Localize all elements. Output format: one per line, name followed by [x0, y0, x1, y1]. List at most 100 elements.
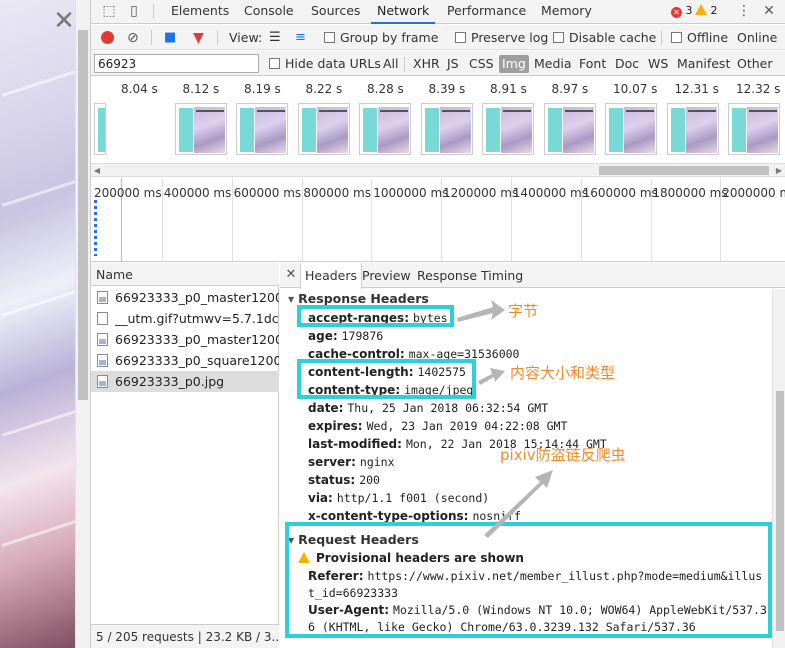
request-row[interactable]: __utm.gif?utmwv=5.7.1dc...	[91, 308, 279, 329]
error-badge[interactable]: ✕ 3	[671, 4, 693, 18]
header-row-content-type: content-type: image/jpeg	[308, 383, 474, 397]
filter-type-img[interactable]: Img	[499, 55, 529, 73]
filmstrip-frame-thumbnail[interactable]	[359, 103, 411, 155]
annotation-anti-hotlink-note: pixiv防盗链反爬虫	[500, 446, 626, 464]
filter-type-other[interactable]: Other	[734, 55, 776, 73]
group-by-frame-checkbox[interactable]: Group by frame	[324, 29, 438, 47]
filmstrip-frame-thumbnail[interactable]	[297, 103, 350, 155]
filter-type-doc[interactable]: Doc	[612, 55, 642, 73]
request-name: 66923333_p0_master1200...	[115, 332, 279, 347]
filter-type-manifest[interactable]: Manifest	[674, 55, 733, 73]
filmstrip-scrollbar-thumb[interactable]	[599, 166, 769, 175]
filter-input[interactable]	[94, 54, 259, 73]
scroll-right-icon[interactable]: ▶	[773, 164, 785, 177]
disable-cache-checkbox[interactable]: Disable cache	[553, 29, 656, 47]
response-headers-title: Response Headers	[298, 291, 429, 306]
request-name: __utm.gif?utmwv=5.7.1dc...	[115, 311, 279, 326]
tab-performance[interactable]: Performance	[441, 0, 532, 24]
filmstrip-time-label: 8.19 s	[244, 82, 281, 96]
response-headers-section[interactable]: ▼ Response Headers	[288, 291, 429, 306]
header-row-status: status: 200	[308, 473, 380, 487]
blank-file-icon	[97, 312, 108, 325]
filter-type-css[interactable]: CSS	[466, 55, 497, 73]
image-file-icon	[97, 354, 108, 367]
hide-data-urls-checkbox[interactable]: Hide data URLs	[269, 55, 381, 73]
record-button[interactable]	[101, 29, 114, 47]
network-toolbar: ⊘ ■ ▼ View: ☰ ≡ Group by frame Preserve …	[91, 25, 785, 50]
request-headers-section[interactable]: ▼ Request Headers	[288, 532, 419, 547]
clear-icon[interactable]: ⊘	[127, 29, 139, 47]
tab-response[interactable]: Response	[413, 263, 481, 288]
image-file-icon	[97, 333, 108, 346]
filter-type-ws[interactable]: WS	[645, 55, 671, 73]
timeline-tick-label: 1000000 ms	[373, 186, 449, 200]
filmstrip-scrollbar[interactable]: ◀ ▶	[91, 164, 785, 177]
filter-type-media[interactable]: Media	[531, 55, 575, 73]
filmstrip-frame-thumbnail[interactable]	[605, 103, 657, 155]
details-scrollbar-thumb[interactable]	[776, 391, 784, 631]
filter-type-js[interactable]: JS	[444, 55, 462, 73]
page-scrollbar-thumb[interactable]	[78, 30, 88, 400]
offline-checkbox[interactable]: Offline	[671, 29, 728, 47]
filmstrip-frame-thumbnail[interactable]	[174, 103, 227, 155]
offline-label: Offline	[687, 30, 729, 45]
page-close-icon[interactable]: ✕	[51, 8, 77, 34]
tab-headers[interactable]: Headers	[300, 263, 363, 289]
tab-sources[interactable]: Sources	[305, 0, 366, 24]
annotation-size-type-note: 内容大小和类型	[510, 364, 616, 382]
filmstrip-frame-thumbnail[interactable]	[728, 103, 780, 155]
filmstrip-frame-thumbnail[interactable]	[420, 103, 473, 155]
inspect-element-icon[interactable]: ⬚	[101, 3, 117, 19]
preserve-log-checkbox[interactable]: Preserve log	[455, 29, 548, 47]
filmstrip-frame-thumbnail[interactable]	[236, 103, 288, 155]
warning-badge[interactable]: 2	[695, 4, 718, 18]
close-details-icon[interactable]: ✕	[284, 266, 298, 284]
filmstrip-frame-thumbnail[interactable]	[543, 103, 596, 155]
request-name: 66923333_p0.jpg	[115, 374, 225, 389]
filter-bar: Hide data URLs All XHR JS CSS Img Media …	[91, 51, 785, 76]
device-toolbar-icon[interactable]: ▯	[126, 3, 142, 19]
tab-memory[interactable]: Memory	[535, 0, 598, 24]
filter-type-font[interactable]: Font	[576, 55, 609, 73]
timeline-overview[interactable]: 200000 ms 400000 ms 600000 ms 800000 ms 1000…	[91, 178, 785, 262]
checkbox-icon	[455, 32, 466, 43]
name-column-header[interactable]: Name	[91, 263, 279, 286]
tab-console[interactable]: Console	[238, 0, 300, 24]
timeline-tick-label: 200000 ms	[94, 186, 162, 200]
screenshot-camera-icon[interactable]: ■	[164, 29, 176, 47]
divider	[661, 30, 662, 45]
tab-preview[interactable]: Preview	[358, 263, 415, 288]
overview-waterfall-icon[interactable]: ≡	[295, 29, 306, 47]
tab-network[interactable]: Network	[371, 0, 436, 24]
timeline-tick-label: 1400000 ms	[512, 186, 588, 200]
request-row[interactable]: 66923333_p0_square1200...	[91, 350, 279, 371]
request-row[interactable]: 66923333_p0_master1200...	[91, 287, 279, 308]
throttling-select[interactable]: Online	[737, 29, 777, 47]
filmstrip-frame-thumbnail[interactable]	[482, 103, 534, 155]
tab-timing[interactable]: Timing	[477, 263, 527, 288]
error-count: 3	[685, 4, 693, 17]
request-summary-status: 5 / 205 requests | 23.2 KB / 3...	[91, 624, 279, 648]
screenshot-filmstrip: 8.04 s 8.12 s 8.19 s 8.22 s 8.28 s 8.39 s 8.91…	[91, 77, 785, 164]
devtools-main-tabs: ⬚ ▯ Elements Console Sources Network Per…	[91, 0, 785, 24]
filter-type-xhr[interactable]: XHR	[410, 55, 443, 73]
timeline-tick-label: 1800000 ms	[652, 186, 728, 200]
request-row[interactable]: 66923333_p0_master1200...	[91, 329, 279, 350]
filmstrip-time-label: 8.39 s	[428, 82, 466, 96]
scroll-left-icon[interactable]: ◀	[91, 164, 103, 177]
more-options-icon[interactable]: ⋮	[736, 3, 752, 19]
timeline-tick-label: 1200000 ms	[443, 186, 519, 200]
filter-type-all[interactable]: All	[380, 55, 402, 73]
request-row-selected[interactable]: 66923333_p0.jpg	[91, 371, 279, 392]
close-devtools-icon[interactable]: ✕	[761, 3, 777, 19]
large-rows-icon[interactable]: ☰	[269, 29, 281, 47]
headers-content: ▼ Response Headers accept-ranges: bytes ag…	[280, 289, 772, 648]
page-scrollbar[interactable]	[75, 0, 90, 648]
annotation-bytes-note: 字节	[508, 302, 539, 320]
filter-funnel-icon[interactable]: ▼	[193, 29, 204, 47]
tab-elements[interactable]: Elements	[165, 0, 235, 24]
filmstrip-frame-thumbnail[interactable]	[94, 103, 106, 155]
filmstrip-frame-thumbnail[interactable]	[666, 103, 719, 155]
filmstrip-time-label: 8.04 s	[121, 82, 158, 96]
details-scrollbar[interactable]	[772, 289, 785, 648]
